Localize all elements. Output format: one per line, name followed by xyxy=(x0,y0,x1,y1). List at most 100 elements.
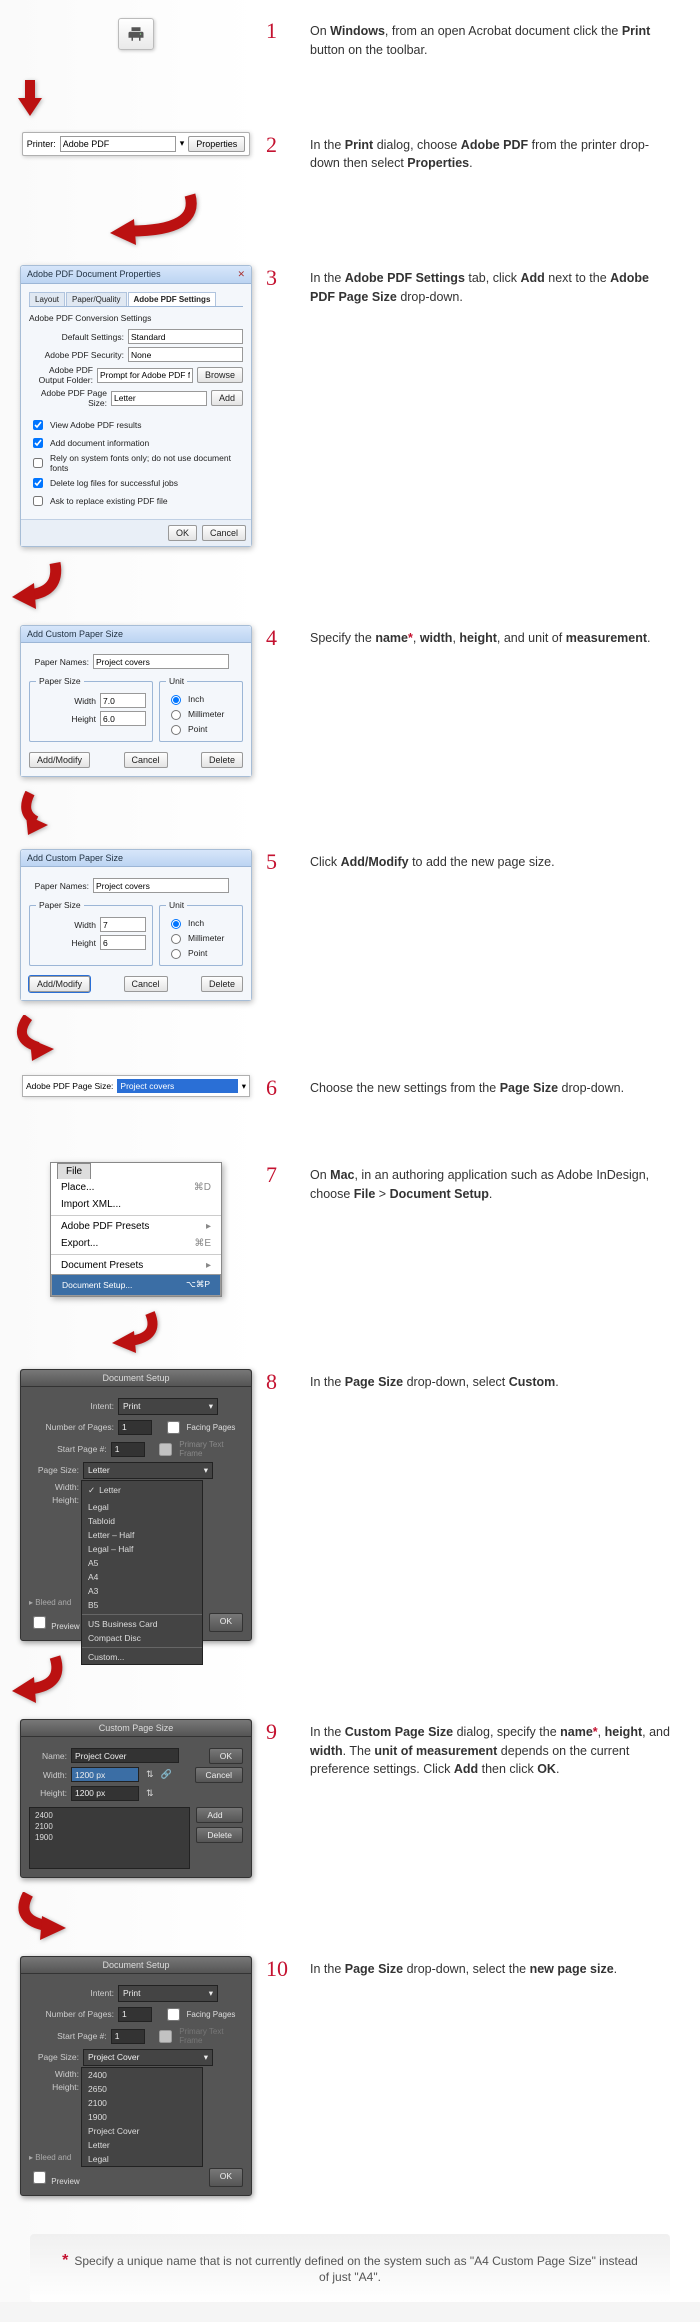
delete-button[interactable]: Delete xyxy=(196,1827,243,1843)
add-modify-button[interactable]: Add/Modify xyxy=(29,752,90,768)
start-page-input[interactable] xyxy=(111,2029,145,2044)
unit-inch-radio[interactable] xyxy=(171,695,181,705)
dropdown-option[interactable]: Legal – Half xyxy=(82,1542,202,1556)
height-input[interactable] xyxy=(100,935,146,950)
option-check[interactable] xyxy=(33,478,43,488)
unit-inch-radio[interactable] xyxy=(171,919,181,929)
menu-item[interactable]: Place...⌘D xyxy=(51,1179,221,1196)
dropdown-option[interactable]: A4 xyxy=(82,1570,202,1584)
primary-frame-label: Primary Text Frame xyxy=(179,2027,243,2045)
intent-select[interactable]: Print▾ xyxy=(118,1398,218,1415)
start-page-label: Start Page #: xyxy=(29,1444,107,1454)
dropdown-option[interactable]: Legal xyxy=(82,2152,202,2166)
delete-button[interactable]: Delete xyxy=(201,976,243,992)
start-page-input[interactable] xyxy=(111,1442,145,1457)
dropdown-option[interactable]: 1900 xyxy=(82,2110,202,2124)
cancel-button[interactable]: Cancel xyxy=(124,976,168,992)
ok-button[interactable]: OK xyxy=(209,2168,243,2187)
page-size-select[interactable]: Project Cover▾ xyxy=(83,2049,213,2066)
dropdown-option[interactable]: Compact Disc xyxy=(82,1631,202,1645)
step-number: 5 xyxy=(266,849,277,875)
paper-names-input[interactable] xyxy=(93,654,229,669)
unit-label: Millimeter xyxy=(188,709,224,719)
print-button[interactable] xyxy=(118,18,154,50)
dropdown-option[interactable]: A3 xyxy=(82,1584,202,1598)
tab-pdf-settings[interactable]: Adobe PDF Settings xyxy=(128,292,217,306)
unit-pt-radio[interactable] xyxy=(171,949,181,959)
field-input[interactable] xyxy=(111,391,207,406)
dropdown-option[interactable]: Tabloid xyxy=(82,1514,202,1528)
dropdown-option[interactable]: Legal xyxy=(82,1500,202,1514)
dropdown-icon[interactable]: ▾ xyxy=(242,1081,246,1092)
field-input[interactable] xyxy=(128,329,243,344)
dropdown-option[interactable]: Letter xyxy=(82,1483,202,1498)
step-number: 9 xyxy=(266,1719,277,1745)
menu-item[interactable]: Adobe PDF Presets▸ xyxy=(51,1218,221,1235)
ok-button[interactable]: OK xyxy=(168,525,197,541)
dropdown-option[interactable]: US Business Card xyxy=(82,1617,202,1631)
dropdown-option[interactable]: Letter xyxy=(82,2138,202,2152)
ok-button[interactable]: OK xyxy=(209,1748,243,1764)
dropdown-option[interactable]: 2100 xyxy=(82,2096,202,2110)
field-input[interactable] xyxy=(97,368,193,383)
width-input[interactable] xyxy=(71,1767,139,1782)
tab-layout[interactable]: Layout xyxy=(29,292,65,306)
tab-paper[interactable]: Paper/Quality xyxy=(66,292,126,306)
height-input[interactable] xyxy=(100,711,146,726)
num-pages-input[interactable] xyxy=(118,1420,152,1435)
option-check[interactable] xyxy=(33,496,43,506)
unit-mm-radio[interactable] xyxy=(171,934,181,944)
list-item[interactable]: 1900 xyxy=(32,1832,187,1843)
unit-pt-radio[interactable] xyxy=(171,725,181,735)
dropdown-option[interactable]: 2650 xyxy=(82,2082,202,2096)
page-size-dropdown[interactable]: 2400265021001900Project CoverLetterLegal xyxy=(81,2067,203,2167)
dropdown-option[interactable]: Custom... xyxy=(82,1650,202,1664)
intent-select[interactable]: Print▾ xyxy=(118,1985,218,2002)
add-button[interactable]: Add xyxy=(196,1807,243,1823)
width-input[interactable] xyxy=(100,693,146,708)
dropdown-option[interactable]: B5 xyxy=(82,1598,202,1612)
height-input[interactable] xyxy=(71,1786,139,1801)
file-menu-tab[interactable]: File xyxy=(57,1163,91,1179)
unit-mm-radio[interactable] xyxy=(171,710,181,720)
menu-item[interactable]: Export...⌘E xyxy=(51,1235,221,1252)
add-button[interactable]: Add xyxy=(211,390,243,406)
option-check[interactable] xyxy=(33,420,43,430)
width-input[interactable] xyxy=(100,917,146,932)
add-modify-button[interactable]: Add/Modify xyxy=(29,976,90,992)
name-input[interactable] xyxy=(71,1748,179,1763)
dropdown-option[interactable]: Letter – Half xyxy=(82,1528,202,1542)
dropdown-option[interactable]: 2400 xyxy=(82,2068,202,2082)
num-pages-input[interactable] xyxy=(118,2007,152,2022)
menu-item[interactable]: Document Setup...⌥⌘P xyxy=(51,1274,221,1296)
cancel-button[interactable]: Cancel xyxy=(202,525,246,541)
paper-size-legend: Paper Size xyxy=(36,900,84,910)
page-size-value[interactable]: Project covers xyxy=(117,1079,237,1093)
delete-button[interactable]: Delete xyxy=(201,752,243,768)
properties-button[interactable]: Properties xyxy=(188,136,245,152)
list-item[interactable]: 2100 xyxy=(32,1821,187,1832)
browse-button[interactable]: Browse xyxy=(197,367,243,383)
cancel-button[interactable]: Cancel xyxy=(124,752,168,768)
facing-pages-check[interactable] xyxy=(167,2008,180,2021)
dropdown-icon[interactable]: ▾ xyxy=(180,138,185,149)
preview-check[interactable] xyxy=(33,2171,46,2184)
page-size-select[interactable]: Letter▾ xyxy=(83,1462,213,1479)
cancel-button[interactable]: Cancel xyxy=(195,1767,243,1783)
menu-item[interactable]: Document Presets▸ xyxy=(51,1257,221,1274)
close-icon[interactable]: ✕ xyxy=(237,269,245,280)
paper-names-input[interactable] xyxy=(93,878,229,893)
option-check[interactable] xyxy=(33,458,43,468)
dropdown-option[interactable]: Project Cover xyxy=(82,2124,202,2138)
menu-item[interactable]: Import XML... xyxy=(51,1196,221,1213)
printer-select[interactable] xyxy=(60,136,176,152)
ok-button[interactable]: OK xyxy=(209,1613,243,1632)
preview-check[interactable] xyxy=(33,1616,46,1629)
facing-pages-check[interactable] xyxy=(167,1421,180,1434)
dropdown-option[interactable]: A5 xyxy=(82,1556,202,1570)
list-item[interactable]: 2400 xyxy=(32,1810,187,1821)
page-size-dropdown[interactable]: Letter LegalTabloidLetter – HalfLegal – H… xyxy=(81,1480,203,1665)
size-list[interactable]: 240021001900 xyxy=(29,1807,190,1869)
field-input[interactable] xyxy=(128,347,243,362)
option-check[interactable] xyxy=(33,438,43,448)
